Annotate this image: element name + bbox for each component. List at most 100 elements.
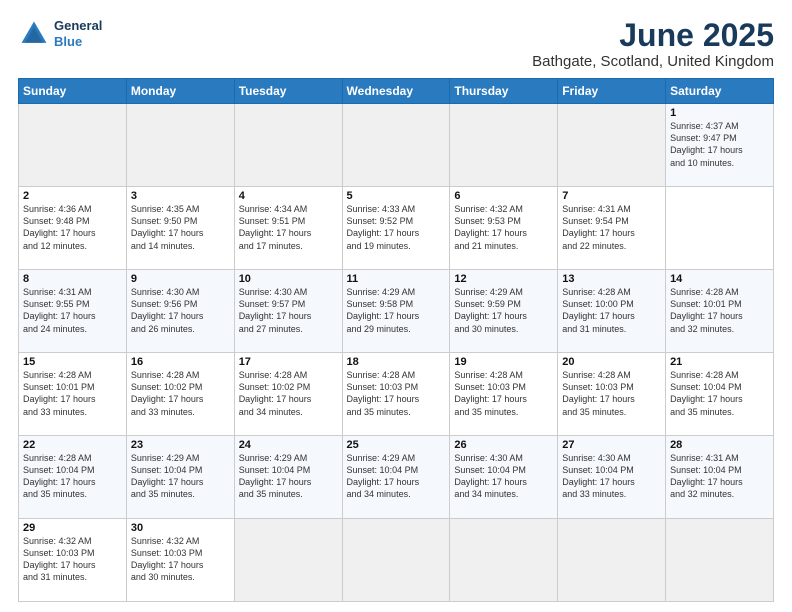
- calendar-day-28: 28 Sunrise: 4:31 AMSunset: 10:04 PMDaylig…: [666, 436, 774, 519]
- day-detail: Sunrise: 4:36 AMSunset: 9:48 PMDaylight:…: [23, 204, 96, 250]
- day-detail: Sunrise: 4:28 AMSunset: 10:00 PMDaylight…: [562, 287, 635, 333]
- calendar-day-18: 18 Sunrise: 4:28 AMSunset: 10:03 PMDaylig…: [342, 353, 450, 436]
- day-num: 25: [347, 439, 446, 451]
- day-num: 26: [454, 439, 553, 451]
- day-num: 2: [23, 190, 122, 202]
- day-num: 14: [670, 273, 769, 285]
- day-detail: Sunrise: 4:29 AMSunset: 10:04 PMDaylight…: [131, 453, 204, 499]
- day-num: 17: [239, 356, 338, 368]
- day-num: 30: [131, 522, 230, 534]
- day-detail: Sunrise: 4:30 AMSunset: 9:57 PMDaylight:…: [239, 287, 312, 333]
- calendar-day-30: 30 Sunrise: 4:32 AMSunset: 10:03 PMDaylig…: [126, 519, 234, 602]
- calendar-day-6: 6 Sunrise: 4:32 AMSunset: 9:53 PMDaylight…: [450, 187, 558, 270]
- calendar-week-3: 15Sunrise: 4:28 AMSunset: 10:01 PMDaylig…: [19, 353, 774, 436]
- day-detail: Sunrise: 4:31 AMSunset: 9:54 PMDaylight:…: [562, 204, 635, 250]
- day-detail: Sunrise: 4:32 AMSunset: 10:03 PMDaylight…: [131, 536, 204, 582]
- day-num: 28: [670, 439, 769, 451]
- day-detail: Sunrise: 4:29 AMSunset: 9:59 PMDaylight:…: [454, 287, 527, 333]
- day-num: 18: [347, 356, 446, 368]
- empty-cell: [450, 519, 558, 602]
- empty-cell: [234, 519, 342, 602]
- calendar-day-2: 2 Sunrise: 4:36 AMSunset: 9:48 PMDaylight…: [19, 187, 127, 270]
- calendar-week-0: 1 Sunrise: 4:37 AMSunset: 9:47 PMDaylight…: [19, 104, 774, 187]
- day-detail: Sunrise: 4:31 AMSunset: 10:04 PMDaylight…: [670, 453, 743, 499]
- calendar-header-row: SundayMondayTuesdayWednesdayThursdayFrid…: [19, 79, 774, 104]
- calendar-day-14: 14 Sunrise: 4:28 AMSunset: 10:01 PMDaylig…: [666, 270, 774, 353]
- calendar-day-3: 3Sunrise: 4:35 AMSunset: 9:50 PMDaylight…: [126, 187, 234, 270]
- day-num: 7: [562, 190, 661, 202]
- day-num: 21: [670, 356, 769, 368]
- day-detail: Sunrise: 4:28 AMSunset: 10:01 PMDaylight…: [23, 370, 96, 416]
- calendar-day-13: 13 Sunrise: 4:28 AMSunset: 10:00 PMDaylig…: [558, 270, 666, 353]
- day-detail: Sunrise: 4:28 AMSunset: 10:01 PMDaylight…: [670, 287, 743, 333]
- day-detail: Sunrise: 4:29 AMSunset: 10:04 PMDaylight…: [347, 453, 420, 499]
- calendar-table: SundayMondayTuesdayWednesdayThursdayFrid…: [18, 78, 774, 602]
- logo-line2: Blue: [54, 34, 102, 50]
- calendar-day-20: 20 Sunrise: 4:28 AMSunset: 10:03 PMDaylig…: [558, 353, 666, 436]
- empty-cell: [19, 104, 127, 187]
- calendar-day-7: 7 Sunrise: 4:31 AMSunset: 9:54 PMDaylight…: [558, 187, 666, 270]
- calendar-day-26: 26Sunrise: 4:30 AMSunset: 10:04 PMDaylig…: [450, 436, 558, 519]
- empty-cell: [558, 104, 666, 187]
- calendar-day-11: 11 Sunrise: 4:29 AMSunset: 9:58 PMDayligh…: [342, 270, 450, 353]
- logo-text: General Blue: [54, 18, 102, 49]
- day-num: 16: [131, 356, 230, 368]
- day-num: 13: [562, 273, 661, 285]
- day-detail: Sunrise: 4:34 AMSunset: 9:51 PMDaylight:…: [239, 204, 312, 250]
- calendar-week-4: 22Sunrise: 4:28 AMSunset: 10:04 PMDaylig…: [19, 436, 774, 519]
- calendar-day-1: 1 Sunrise: 4:37 AMSunset: 9:47 PMDaylight…: [666, 104, 774, 187]
- empty-cell: [558, 519, 666, 602]
- calendar-day-8: 8Sunrise: 4:31 AMSunset: 9:55 PMDaylight…: [19, 270, 127, 353]
- day-header-wednesday: Wednesday: [342, 79, 450, 104]
- day-num: 12: [454, 273, 553, 285]
- day-detail: Sunrise: 4:28 AMSunset: 10:04 PMDaylight…: [670, 370, 743, 416]
- calendar-day-27: 27 Sunrise: 4:30 AMSunset: 10:04 PMDaylig…: [558, 436, 666, 519]
- day-detail: Sunrise: 4:32 AMSunset: 9:53 PMDaylight:…: [454, 204, 527, 250]
- calendar-day-5: 5 Sunrise: 4:33 AMSunset: 9:52 PMDaylight…: [342, 187, 450, 270]
- day-detail: Sunrise: 4:28 AMSunset: 10:02 PMDaylight…: [131, 370, 204, 416]
- calendar-day-25: 25 Sunrise: 4:29 AMSunset: 10:04 PMDaylig…: [342, 436, 450, 519]
- calendar-day-16: 16 Sunrise: 4:28 AMSunset: 10:02 PMDaylig…: [126, 353, 234, 436]
- day-num: 24: [239, 439, 338, 451]
- day-header-saturday: Saturday: [666, 79, 774, 104]
- subtitle: Bathgate, Scotland, United Kingdom: [532, 53, 774, 70]
- empty-cell: [342, 519, 450, 602]
- day-detail: Sunrise: 4:28 AMSunset: 10:03 PMDaylight…: [562, 370, 635, 416]
- day-detail: Sunrise: 4:28 AMSunset: 10:03 PMDaylight…: [454, 370, 527, 416]
- day-detail: Sunrise: 4:33 AMSunset: 9:52 PMDaylight:…: [347, 204, 420, 250]
- day-detail: Sunrise: 4:37 AMSunset: 9:47 PMDaylight:…: [670, 121, 743, 167]
- day-num: 20: [562, 356, 661, 368]
- day-header-tuesday: Tuesday: [234, 79, 342, 104]
- calendar-day-15: 15Sunrise: 4:28 AMSunset: 10:01 PMDaylig…: [19, 353, 127, 436]
- day-num: 8: [23, 273, 122, 285]
- day-detail: Sunrise: 4:32 AMSunset: 10:03 PMDaylight…: [23, 536, 96, 582]
- day-num: 27: [562, 439, 661, 451]
- calendar-day-22: 22Sunrise: 4:28 AMSunset: 10:04 PMDaylig…: [19, 436, 127, 519]
- day-num: 3: [131, 190, 230, 202]
- empty-cell: [666, 519, 774, 602]
- calendar-day-10: 10Sunrise: 4:30 AMSunset: 9:57 PMDayligh…: [234, 270, 342, 353]
- empty-cell: [450, 104, 558, 187]
- day-num: 11: [347, 273, 446, 285]
- header: General Blue June 2025 Bathgate, Scotlan…: [18, 18, 774, 70]
- day-detail: Sunrise: 4:28 AMSunset: 10:04 PMDaylight…: [23, 453, 96, 499]
- day-num: 6: [454, 190, 553, 202]
- day-num: 5: [347, 190, 446, 202]
- day-num: 19: [454, 356, 553, 368]
- day-num: 9: [131, 273, 230, 285]
- day-num: 23: [131, 439, 230, 451]
- day-detail: Sunrise: 4:28 AMSunset: 10:03 PMDaylight…: [347, 370, 420, 416]
- calendar-week-5: 29 Sunrise: 4:32 AMSunset: 10:03 PMDaylig…: [19, 519, 774, 602]
- day-num: 29: [23, 522, 122, 534]
- calendar-day-29: 29 Sunrise: 4:32 AMSunset: 10:03 PMDaylig…: [19, 519, 127, 602]
- calendar-day-21: 21 Sunrise: 4:28 AMSunset: 10:04 PMDaylig…: [666, 353, 774, 436]
- day-detail: Sunrise: 4:30 AMSunset: 10:04 PMDaylight…: [562, 453, 635, 499]
- empty-cell: [342, 104, 450, 187]
- calendar-day-9: 9Sunrise: 4:30 AMSunset: 9:56 PMDaylight…: [126, 270, 234, 353]
- day-num: 1: [670, 107, 769, 119]
- calendar-week-1: 2 Sunrise: 4:36 AMSunset: 9:48 PMDaylight…: [19, 187, 774, 270]
- main-title: June 2025: [532, 18, 774, 53]
- day-detail: Sunrise: 4:29 AMSunset: 9:58 PMDaylight:…: [347, 287, 420, 333]
- day-header-thursday: Thursday: [450, 79, 558, 104]
- day-detail: Sunrise: 4:28 AMSunset: 10:02 PMDaylight…: [239, 370, 312, 416]
